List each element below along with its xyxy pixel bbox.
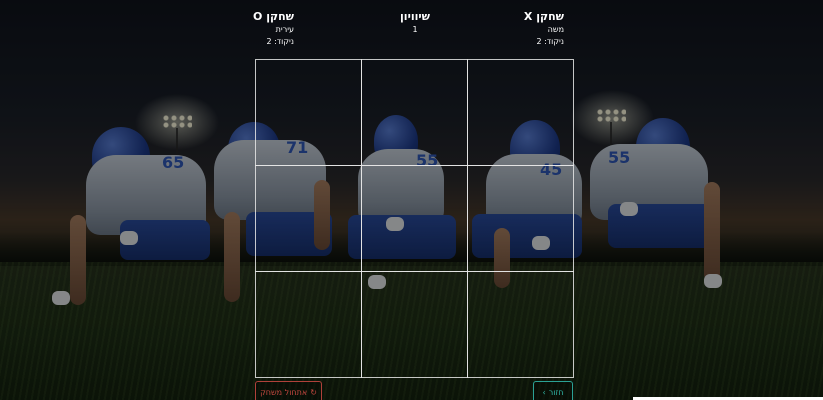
player-x-name: משה: [547, 25, 564, 34]
player-x-title: שחקן X: [523, 10, 564, 23]
back-button[interactable]: חזור ›: [533, 381, 573, 400]
draws-title: שיוויון: [400, 10, 430, 23]
player-o-title: שחקן O: [253, 10, 294, 23]
player-x-info: שחקן X משה ניקוד: 2: [510, 10, 564, 48]
player-o-name: עירית: [275, 25, 294, 34]
draws-info: שיוויון 1: [385, 10, 445, 36]
reset-game-label: אתחול משחק: [260, 387, 308, 397]
board-cell[interactable]: [361, 59, 468, 166]
board-cell[interactable]: [255, 165, 362, 272]
board-cell[interactable]: [467, 59, 574, 166]
board-cell[interactable]: [255, 271, 362, 378]
back-label: חזור: [548, 387, 564, 397]
player-x-score: ניקוד: 2: [536, 37, 564, 46]
chevron-right-icon: ›: [542, 387, 546, 397]
game-board: [255, 59, 574, 378]
board-cell[interactable]: [361, 165, 468, 272]
board-cell[interactable]: [467, 165, 574, 272]
player-o-info: שחקן O עירית ניקוד: 2: [238, 10, 294, 48]
reset-game-button[interactable]: ↻ אתחול משחק: [255, 381, 322, 400]
draws-count: 1: [412, 25, 418, 34]
board-cell[interactable]: [467, 271, 574, 378]
player-o-score: ניקוד: 2: [266, 37, 294, 46]
board-cell[interactable]: [255, 59, 362, 166]
board-cell[interactable]: [361, 271, 468, 378]
game-screen: 65 71 55 45 55 שחקן X משה ניקוד: 2 שיווי…: [0, 0, 823, 400]
reload-icon: ↻: [310, 387, 317, 397]
